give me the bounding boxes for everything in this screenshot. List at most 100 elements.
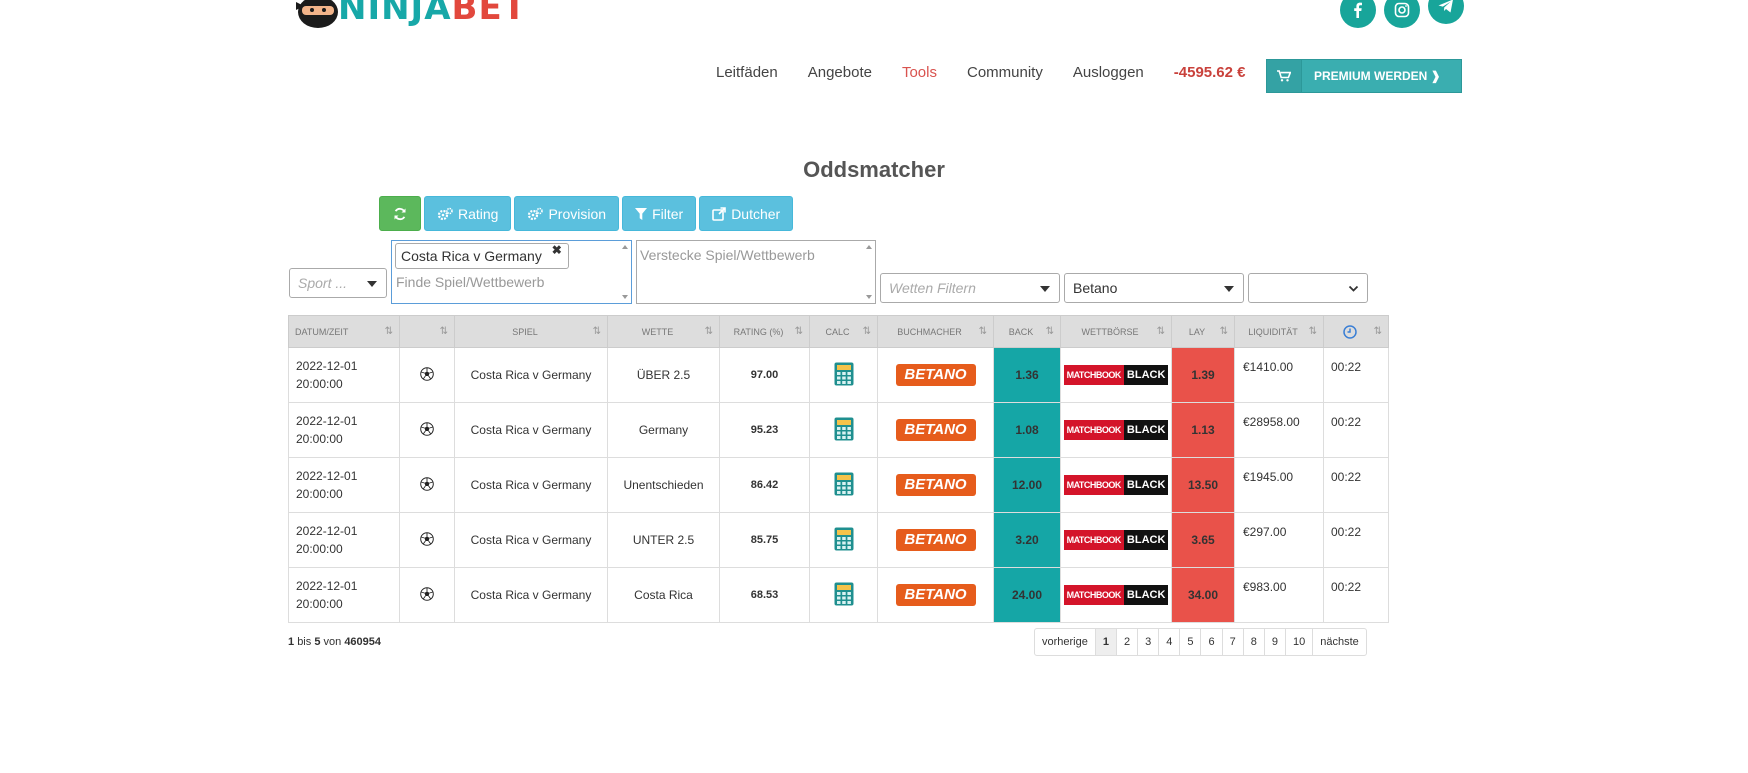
remove-tag-icon[interactable]: ✖ bbox=[552, 243, 562, 257]
pagination-page-7[interactable]: 7 bbox=[1221, 629, 1243, 655]
calculator-icon[interactable] bbox=[834, 417, 854, 441]
col-calc[interactable]: CALC ⇅ bbox=[809, 315, 878, 348]
cell-bookmaker[interactable]: BETANO bbox=[877, 512, 994, 568]
extra-select[interactable] bbox=[1248, 273, 1368, 303]
pagination-page-6[interactable]: 6 bbox=[1200, 629, 1221, 655]
cell-back-odds: 24.00 bbox=[993, 567, 1061, 623]
betano-logo[interactable]: BETANO bbox=[895, 364, 976, 386]
matchbook-logo[interactable]: MATCHBOOK BLACK bbox=[1063, 475, 1169, 495]
col-wette[interactable]: WETTE ⇅ bbox=[607, 315, 720, 348]
table-row[interactable]: 2022-12-01 20:00:00 Costa Rica v Germany … bbox=[288, 457, 1389, 513]
table-row[interactable]: 2022-12-01 20:00:00 Costa Rica v Germany … bbox=[288, 567, 1389, 623]
clock-icon bbox=[1343, 324, 1357, 339]
find-game-input[interactable]: Costa Rica v Germany ✖ Finde Spiel/Wettb… bbox=[391, 240, 632, 304]
nav-leitfaeden[interactable]: Leitfäden bbox=[716, 64, 778, 81]
rating-button[interactable]: Rating bbox=[424, 196, 512, 231]
pagination-page-2[interactable]: 2 bbox=[1115, 629, 1137, 655]
nav-ausloggen[interactable]: Ausloggen bbox=[1073, 64, 1144, 81]
betano-logo[interactable]: BETANO bbox=[895, 419, 976, 441]
cell-game[interactable]: Costa Rica v Germany bbox=[454, 402, 608, 458]
matchbook-logo[interactable]: MATCHBOOK BLACK bbox=[1063, 365, 1169, 385]
cell-bookmaker[interactable]: BETANO bbox=[877, 347, 994, 403]
table-row[interactable]: 2022-12-01 20:00:00 Costa Rica v Germany … bbox=[288, 347, 1389, 403]
brand-logo[interactable]: NINJABET bbox=[292, 0, 527, 28]
cell-calc[interactable] bbox=[809, 567, 878, 623]
calculator-icon[interactable] bbox=[834, 582, 854, 606]
scrollbar[interactable] bbox=[863, 241, 875, 303]
pagination-next[interactable]: nächste bbox=[1312, 629, 1366, 655]
betano-logo[interactable]: BETANO bbox=[895, 474, 976, 496]
col-wettboerse[interactable]: WETTBÖRSE ⇅ bbox=[1060, 315, 1172, 348]
cell-bookmaker[interactable]: BETANO bbox=[877, 402, 994, 458]
cell-exchange[interactable]: MATCHBOOK BLACK bbox=[1060, 402, 1172, 458]
col-rating[interactable]: RATING (%) ⇅ bbox=[719, 315, 810, 348]
account-balance[interactable]: -4595.62 € bbox=[1174, 64, 1246, 81]
cell-calc[interactable] bbox=[809, 457, 878, 513]
cell-bookmaker[interactable]: BETANO bbox=[877, 567, 994, 623]
provision-button[interactable]: Provision bbox=[514, 196, 620, 231]
calculator-icon[interactable] bbox=[834, 362, 854, 386]
instagram-icon[interactable] bbox=[1384, 0, 1420, 28]
facebook-icon[interactable] bbox=[1340, 0, 1376, 28]
cell-liquidity: €28958.00 bbox=[1234, 402, 1324, 458]
cell-date: 2022-12-01 bbox=[296, 524, 358, 538]
col-back[interactable]: BACK ⇅ bbox=[993, 315, 1061, 348]
cell-calc[interactable] bbox=[809, 512, 878, 568]
matchbook-logo[interactable]: MATCHBOOK BLACK bbox=[1063, 585, 1169, 605]
pagination-page-3[interactable]: 3 bbox=[1137, 629, 1158, 655]
wetten-filter-select[interactable]: Wetten Filtern bbox=[880, 273, 1060, 303]
refresh-button[interactable] bbox=[379, 196, 421, 231]
col-liquiditaet[interactable]: LIQUIDITÄT ⇅ bbox=[1234, 315, 1324, 348]
matchbook-logo[interactable]: MATCHBOOK BLACK bbox=[1063, 420, 1169, 440]
pagination-page-10[interactable]: 10 bbox=[1284, 629, 1312, 655]
table-row[interactable]: 2022-12-01 20:00:00 Costa Rica v Germany … bbox=[288, 512, 1389, 568]
pagination-page-9[interactable]: 9 bbox=[1263, 629, 1285, 655]
cell-rating: 97.00 bbox=[719, 347, 810, 403]
cell-game[interactable]: Costa Rica v Germany bbox=[454, 347, 608, 403]
sport-select[interactable]: Sport ... bbox=[289, 268, 387, 298]
scrollbar[interactable] bbox=[619, 241, 631, 303]
pagination-page-8[interactable]: 8 bbox=[1242, 629, 1264, 655]
col-clock[interactable]: ⇅ bbox=[1323, 315, 1389, 348]
filter-button[interactable]: Filter bbox=[622, 196, 697, 231]
nav-angebote[interactable]: Angebote bbox=[808, 64, 872, 81]
chevron-down-icon bbox=[1224, 286, 1234, 292]
dutcher-button[interactable]: Dutcher bbox=[699, 196, 794, 231]
cell-sport bbox=[399, 567, 455, 623]
table-row[interactable]: 2022-12-01 20:00:00 Costa Rica v Germany … bbox=[288, 402, 1389, 458]
info-bis: bis bbox=[297, 636, 312, 648]
col-sport[interactable]: ⇅ bbox=[399, 315, 455, 348]
cell-sport bbox=[399, 457, 455, 513]
col-spiel[interactable]: SPIEL ⇅ bbox=[454, 315, 608, 348]
telegram-icon[interactable] bbox=[1428, 0, 1464, 24]
betano-logo[interactable]: BETANO bbox=[895, 584, 976, 606]
pagination-page-1[interactable]: 1 bbox=[1094, 629, 1116, 655]
cell-bookmaker[interactable]: BETANO bbox=[877, 457, 994, 513]
cell-bet: Germany bbox=[607, 402, 720, 458]
cell-exchange[interactable]: MATCHBOOK BLACK bbox=[1060, 347, 1172, 403]
cell-game[interactable]: Costa Rica v Germany bbox=[454, 457, 608, 513]
col-buchmacher[interactable]: BUCHMACHER ⇅ bbox=[877, 315, 994, 348]
pagination-page-5[interactable]: 5 bbox=[1179, 629, 1200, 655]
cell-calc[interactable] bbox=[809, 402, 878, 458]
matchbook-logo[interactable]: MATCHBOOK BLACK bbox=[1063, 530, 1169, 550]
cell-game[interactable]: Costa Rica v Germany bbox=[454, 567, 608, 623]
col-datum-zeit[interactable]: DATUM/ZEIT ⇅ bbox=[288, 315, 400, 348]
cell-game[interactable]: Costa Rica v Germany bbox=[454, 512, 608, 568]
col-lay[interactable]: LAY ⇅ bbox=[1171, 315, 1235, 348]
pagination-page-4[interactable]: 4 bbox=[1158, 629, 1179, 655]
cell-exchange[interactable]: MATCHBOOK BLACK bbox=[1060, 567, 1172, 623]
premium-button[interactable]: PREMIUM WERDEN ❱ bbox=[1266, 59, 1462, 93]
cell-calc[interactable] bbox=[809, 347, 878, 403]
pagination-prev[interactable]: vorherige bbox=[1035, 629, 1095, 655]
calculator-icon[interactable] bbox=[834, 472, 854, 496]
bookmaker-select[interactable]: Betano bbox=[1064, 273, 1244, 303]
cell-exchange[interactable]: MATCHBOOK BLACK bbox=[1060, 512, 1172, 568]
calculator-icon[interactable] bbox=[834, 527, 854, 551]
main-nav: Leitfäden Angebote Tools Community Auslo… bbox=[716, 64, 1276, 81]
cell-exchange[interactable]: MATCHBOOK BLACK bbox=[1060, 457, 1172, 513]
betano-logo[interactable]: BETANO bbox=[895, 529, 976, 551]
nav-tools[interactable]: Tools bbox=[902, 64, 937, 81]
hide-game-input[interactable]: Verstecke Spiel/Wettbewerb bbox=[636, 240, 876, 304]
nav-community[interactable]: Community bbox=[967, 64, 1043, 81]
